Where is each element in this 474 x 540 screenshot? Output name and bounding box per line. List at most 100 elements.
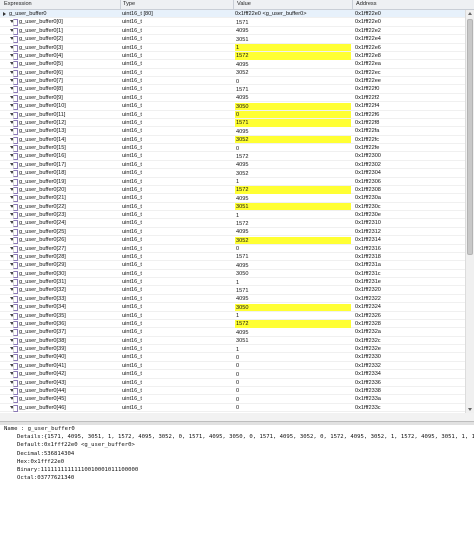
expression-value[interactable]: 1572 [235,219,352,227]
table-row[interactable]: g_user_buffer0[32] uint16_t 1571 0x1fff2320 [0,286,465,295]
column-divider[interactable] [120,0,121,9]
table-row[interactable]: g_user_buffer0[18] uint16_t 3052 0x1fff2304 [0,169,465,178]
table-row[interactable]: g_user_buffer0[21] uint16_t 4095 0x1fff230a [0,194,465,203]
scroll-down-icon[interactable] [468,408,472,411]
expression-value[interactable]: 0 [235,77,352,85]
expression-value[interactable]: 0 [235,245,352,253]
expression-value[interactable]: 3051 [235,203,352,211]
expression-value[interactable]: 3052 [235,169,352,177]
table-row[interactable]: g_user_buffer0[0] uint16_t 1571 0x1fff22e0 [0,18,465,27]
expression-value[interactable]: 0 [235,353,352,361]
table-row[interactable]: g_user_buffer0[13] uint16_t 4095 0x1fff22fa [0,127,465,136]
expression-value[interactable]: 3051 [235,35,352,43]
expression-value[interactable]: 1572 [235,152,352,160]
table-row[interactable]: g_user_buffer0[19] uint16_t 1 0x1fff2306 [0,178,465,186]
expression-value[interactable]: 3050 [235,102,352,110]
expression-value[interactable]: 4095 [235,328,352,336]
expression-value[interactable]: 1 [235,178,352,186]
column-value[interactable]: Value [237,1,251,8]
expression-value[interactable]: 3051 [235,337,352,345]
expression-value[interactable]: 1571 [235,85,352,93]
scrollbar-thumb[interactable] [467,19,473,255]
table-row[interactable]: g_user_buffer0[14] uint16_t 3052 0x1fff22fc [0,136,465,144]
table-row[interactable]: g_user_buffer0[7] uint16_t 0 0x1fff22ee [0,77,465,86]
expression-value[interactable]: 0x1fff22e0 <g_user_buffer0> [235,10,352,18]
expression-value[interactable]: 1571 [235,119,352,127]
vertical-scrollbar[interactable] [465,10,474,413]
expression-value[interactable]: 4095 [235,60,352,68]
table-row[interactable]: g_user_buffer0[26] uint16_t 3052 0x1fff2314 [0,236,465,245]
table-row[interactable]: g_user_buffer0[28] uint16_t 1571 0x1fff2318 [0,253,465,262]
expression-value[interactable]: 4095 [235,194,352,202]
expression-value[interactable]: 4095 [235,94,352,102]
expression-value[interactable]: 1 [235,44,352,52]
expression-value[interactable]: 0 [235,370,352,378]
expression-value[interactable]: 1571 [235,253,352,261]
table-row[interactable]: g_user_buffer0[22] uint16_t 3051 0x1fff230c [0,203,465,211]
table-row[interactable]: g_user_buffer0[12] uint16_t 1571 0x1fff22f8 [0,119,465,128]
expression-value[interactable]: 1571 [235,286,352,294]
table-row[interactable]: g_user_buffer0[11] uint16_t 0 0x1fff22f6 [0,111,465,119]
table-row[interactable]: g_user_buffer0[6] uint16_t 3052 0x1fff22ec [0,69,465,77]
table-row[interactable]: g_user_buffer0[2] uint16_t 3051 0x1fff22e4 [0,35,465,44]
expression-value[interactable]: 1572 [235,186,352,194]
expression-value[interactable]: 0 [235,404,352,412]
table-row[interactable]: g_user_buffer0[5] uint16_t 4095 0x1fff22ea [0,60,465,69]
details-pane[interactable]: Name : g_user_buffer0 Details:{1571, 409… [0,425,474,540]
table-row[interactable]: g_user_buffer0[42] uint16_t 0 0x1fff2334 [0,370,465,379]
expression-value[interactable]: 3052 [235,236,352,244]
expression-value[interactable]: 1 [235,345,352,353]
expression-value[interactable]: 4095 [235,228,352,236]
expression-value[interactable]: 1571 [235,18,352,26]
column-divider[interactable] [352,0,353,9]
table-row[interactable]: g_user_buffer0[17] uint16_t 4095 0x1fff2302 [0,161,465,170]
table-row[interactable]: g_user_buffer0[40] uint16_t 0 0x1fff2330 [0,353,465,362]
expression-value[interactable]: 3050 [235,303,352,311]
expression-value[interactable]: 4095 [235,161,352,169]
expression-value[interactable]: 0 [235,362,352,370]
table-row[interactable]: g_user_buffer0[35] uint16_t 1 0x1fff2326 [0,312,465,320]
table-row[interactable]: g_user_buffer0[33] uint16_t 4095 0x1fff2322 [0,295,465,304]
table-row[interactable]: g_user_buffer0[16] uint16_t 1572 0x1fff2300 [0,152,465,161]
table-row[interactable]: g_user_buffer0[10] uint16_t 3050 0x1fff22f4 [0,102,465,111]
expression-value[interactable]: 3052 [235,136,352,144]
table-row[interactable]: g_user_buffer0[27] uint16_t 0 0x1fff2316 [0,245,465,253]
table-row[interactable]: g_user_buffer0[37] uint16_t 4095 0x1fff232a [0,328,465,337]
table-row[interactable]: g_user_buffer0[39] uint16_t 1 0x1fff232e [0,345,465,354]
table-row[interactable]: g_user_buffer0[3] uint16_t 1 0x1fff22e6 [0,44,465,52]
table-row[interactable]: g_user_buffer0[8] uint16_t 1571 0x1fff22f0 [0,85,465,94]
table-row[interactable]: g_user_buffer0[46] uint16_t 0 0x1fff233c [0,404,465,412]
expression-value[interactable]: 4095 [235,261,352,269]
table-row[interactable]: g_user_buffer0[31] uint16_t 1 0x1fff231e [0,278,465,287]
column-expression[interactable]: Expression [4,1,32,8]
column-divider[interactable] [233,0,234,9]
table-row[interactable]: g_user_buffer0[25] uint16_t 4095 0x1fff2312 [0,228,465,237]
expression-value[interactable]: 0 [235,144,352,152]
expression-value[interactable]: 4095 [235,295,352,303]
table-row[interactable]: g_user_buffer0[15] uint16_t 0 0x1fff22fe [0,144,465,153]
expression-value[interactable]: 1 [235,312,352,320]
expression-value[interactable]: 0 [235,111,352,119]
expression-value[interactable]: 1572 [235,52,352,60]
table-row[interactable]: g_user_buffer0[44] uint16_t 0 0x1fff2338 [0,387,465,396]
table-row[interactable]: g_user_buffer0[36] uint16_t 1572 0x1fff2328 [0,320,465,329]
expression-value[interactable]: 1 [235,278,352,286]
table-row[interactable]: g_user_buffer0[9] uint16_t 4095 0x1fff22f2 [0,94,465,103]
table-row[interactable]: g_user_buffer0[24] uint16_t 1572 0x1fff2310 [0,219,465,228]
table-row[interactable]: g_user_buffer0[20] uint16_t 1572 0x1fff2308 [0,186,465,195]
scroll-up-icon[interactable] [468,12,472,15]
table-row[interactable]: g_user_buffer0[38] uint16_t 3051 0x1fff232c [0,337,465,345]
expression-value[interactable]: 0 [235,387,352,395]
expression-value[interactable]: 0 [235,395,352,403]
table-row[interactable]: g_user_buffer0[34] uint16_t 3050 0x1fff2324 [0,303,465,312]
table-row[interactable]: g_user_buffer0[30] uint16_t 3050 0x1fff231c [0,270,465,278]
table-row[interactable]: g_user_buffer0[29] uint16_t 4095 0x1fff231a [0,261,465,270]
table-row-root[interactable]: g_user_buffer0 uint16_t [80] 0x1fff22e0 … [0,10,465,19]
expression-value[interactable]: 1572 [235,320,352,328]
table-row[interactable]: g_user_buffer0[23] uint16_t 1 0x1fff230e [0,211,465,220]
table-row[interactable]: g_user_buffer0[4] uint16_t 1572 0x1fff22e8 [0,52,465,61]
table-row[interactable]: g_user_buffer0[45] uint16_t 0 0x1fff233a [0,395,465,404]
table-row[interactable]: g_user_buffer0[41] uint16_t 0 0x1fff2332 [0,362,465,371]
expression-value[interactable]: 4095 [235,27,352,35]
expression-value[interactable]: 1 [235,211,352,219]
